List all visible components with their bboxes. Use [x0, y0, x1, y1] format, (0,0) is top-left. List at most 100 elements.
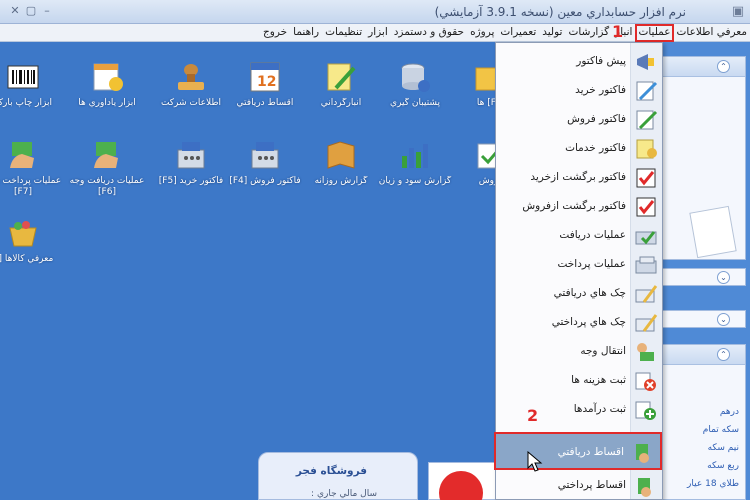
payment-icon — [634, 253, 658, 277]
menu-item-purchase-return[interactable]: فاکتور برگشت ازخريد — [496, 163, 662, 192]
products-shortcut[interactable]: معرفي کالاها [2 — [0, 216, 66, 265]
sales-return-icon — [634, 195, 658, 219]
logo-mark-icon — [439, 471, 483, 500]
price-label: ربع سکه — [707, 461, 739, 471]
system-menu-icon[interactable]: ▣ — [730, 4, 746, 20]
menu-item-sales-invoice[interactable]: فاکتور فروش — [496, 105, 662, 134]
title-bar: ✕ ▢ – نرم افزار حسابداري معين (نسخه 3.9.… — [0, 0, 750, 24]
database-icon — [398, 60, 432, 94]
menu-bar: معرفي اطلاعاتعملياتانبارگزارشاتتوليدتعمي… — [0, 24, 750, 42]
menu-item-income[interactable]: ثبت درآمدها — [496, 395, 662, 424]
payment-ops-shortcut[interactable]: عمليات پرداخت وجه [F7] — [0, 138, 66, 198]
shortcut-label: ابزار چاپ بارکد — [0, 98, 52, 108]
menu-help[interactable]: راهنما — [290, 24, 322, 42]
menu-operations[interactable]: عمليات — [635, 24, 674, 42]
backup-shortcut[interactable]: پشتيبان گيري — [372, 60, 458, 109]
app-logo — [428, 462, 498, 500]
collapse-up-icon[interactable]: ⌃ — [717, 348, 730, 361]
book-icon — [324, 138, 358, 172]
menu-basic-info[interactable]: معرفي اطلاعات — [674, 24, 750, 42]
menu-item-transfer[interactable]: انتقال وجه — [496, 337, 662, 366]
window-title: نرم افزار حسابداري معين (نسخه 3.9.1 آزما… — [434, 5, 686, 19]
menu-item-payment-ops[interactable]: عمليات پرداخت — [496, 250, 662, 279]
price-label: درهم — [719, 407, 739, 417]
installments-received-icon — [632, 440, 656, 464]
mouse-cursor-icon — [527, 451, 543, 472]
income-icon — [634, 398, 658, 422]
barcode-icon — [6, 60, 40, 94]
receive-icon — [634, 224, 658, 248]
menu-item-proforma[interactable]: پيش فاکتور — [496, 47, 662, 76]
receive-ops-shortcut[interactable]: عمليات دريافت وجه [F6] — [64, 138, 150, 198]
sales-invoice-shortcut[interactable]: فاکتور فروش [F4] — [222, 138, 308, 187]
shortcut-label: گزارش سود و زيان — [378, 176, 452, 186]
menu-repairs[interactable]: تعميرات — [497, 24, 539, 42]
installments-paid-icon — [634, 474, 658, 498]
panel-box-prices: ⌃ درهم سکه تمام نيم سکه ربع سکه طلاي 18 … — [658, 344, 746, 500]
transfer-icon — [634, 340, 658, 364]
menu-item-receive-ops[interactable]: عمليات دريافت — [496, 221, 662, 250]
hand-money-icon — [90, 138, 124, 172]
shortcut-label: اقساط دريافتي — [236, 98, 294, 108]
sales-invoice-icon — [634, 108, 658, 132]
panel-box-3: ⌄ — [658, 310, 746, 328]
menu-item-paid-checks[interactable]: چک هاي پرداختي — [496, 308, 662, 337]
expense-icon — [634, 369, 658, 393]
bar-chart-icon — [398, 138, 432, 172]
menu-tools[interactable]: ابزار — [365, 24, 391, 42]
maximize-icon[interactable]: ▢ — [24, 4, 38, 18]
right-panel: ⌃ ⌄ ⌄ ⌃ درهم سکه تمام نيم سکه ربع سکه طل… — [658, 42, 750, 500]
cash-register-icon — [248, 138, 282, 172]
installments-shortcut[interactable]: 12 اقساط دريافتي — [222, 60, 308, 109]
purchase-return-icon — [634, 166, 658, 190]
collapse-up-icon[interactable]: ⌃ — [717, 60, 730, 73]
profit-loss-shortcut[interactable]: گزارش سود و زيان — [372, 138, 458, 187]
menu-item-received-checks[interactable]: چک هاي دريافتي — [496, 279, 662, 308]
panel-box-top: ⌃ — [658, 56, 746, 260]
reminders-shortcut[interactable]: ابزار يادآوري ها — [64, 60, 150, 109]
shortcut-label: عمليات پرداخت وجه [F7] — [0, 176, 62, 197]
hand-money-icon — [6, 138, 40, 172]
menu-production[interactable]: توليد — [539, 24, 565, 42]
calendar-12-icon: 12 — [248, 60, 282, 94]
document-icon — [689, 205, 737, 259]
menu-project[interactable]: پروژه — [467, 24, 497, 42]
svg-text:12: 12 — [257, 74, 276, 90]
fiscal-year-label: سال مالي جاري : — [311, 489, 377, 499]
shop-name: فروشگاه فجر — [295, 465, 367, 477]
expand-down-icon[interactable]: ⌄ — [717, 313, 730, 326]
close-icon[interactable]: ✕ — [8, 4, 22, 18]
menu-item-purchase-invoice[interactable]: فاکتور خريد — [496, 76, 662, 105]
calendar-bell-icon — [90, 60, 124, 94]
menu-exit[interactable]: خروج — [260, 24, 290, 42]
company-card: فروشگاه فجر سال مالي جاري : — [258, 452, 418, 500]
purchase-invoice-icon — [634, 79, 658, 103]
notepad-pencil-icon — [324, 60, 358, 94]
shortcut-label: فاکتور فروش [F4] — [229, 176, 301, 186]
megaphone-icon — [634, 50, 658, 74]
shortcut-label: معرفي کالاها [2 — [0, 254, 54, 264]
cash-register-icon — [174, 138, 208, 172]
menu-item-services-invoice[interactable]: فاکتور خدمات — [496, 134, 662, 163]
menu-reports[interactable]: گزارشات — [565, 24, 612, 42]
step-marker-2: 2 — [527, 406, 539, 425]
price-label: نيم سکه — [707, 443, 739, 453]
menu-item-sales-return[interactable]: فاکتور برگشت ازفروش — [496, 192, 662, 221]
price-label: سکه تمام — [702, 425, 739, 435]
barcode-print-shortcut[interactable]: ابزار چاپ بارکد — [0, 60, 66, 109]
menu-item-installments-paid[interactable]: اقساط پرداختي — [496, 471, 662, 500]
step-marker-1: 1 — [612, 22, 624, 41]
paid-checks-icon — [634, 311, 658, 335]
expand-down-icon[interactable]: ⌄ — [717, 271, 730, 284]
panel-box-2: ⌄ — [658, 268, 746, 286]
menu-item-expenses[interactable]: ثبت هزينه ها — [496, 366, 662, 395]
services-invoice-icon — [634, 137, 658, 161]
menu-item-installments-received[interactable]: اقساط دريافتي — [494, 432, 662, 470]
desktop-area: ابزار چاپ بارکد ابزار يادآوري ها اطلاعات… — [0, 42, 507, 500]
menu-payroll[interactable]: حقوق و دستمزد — [391, 24, 467, 42]
menu-settings[interactable]: تنظيمات — [322, 24, 365, 42]
shortcut-label: عمليات دريافت وجه [F6] — [69, 176, 145, 197]
minimize-icon[interactable]: – — [40, 4, 54, 18]
received-checks-icon — [634, 282, 658, 306]
stamp-icon — [174, 60, 208, 94]
